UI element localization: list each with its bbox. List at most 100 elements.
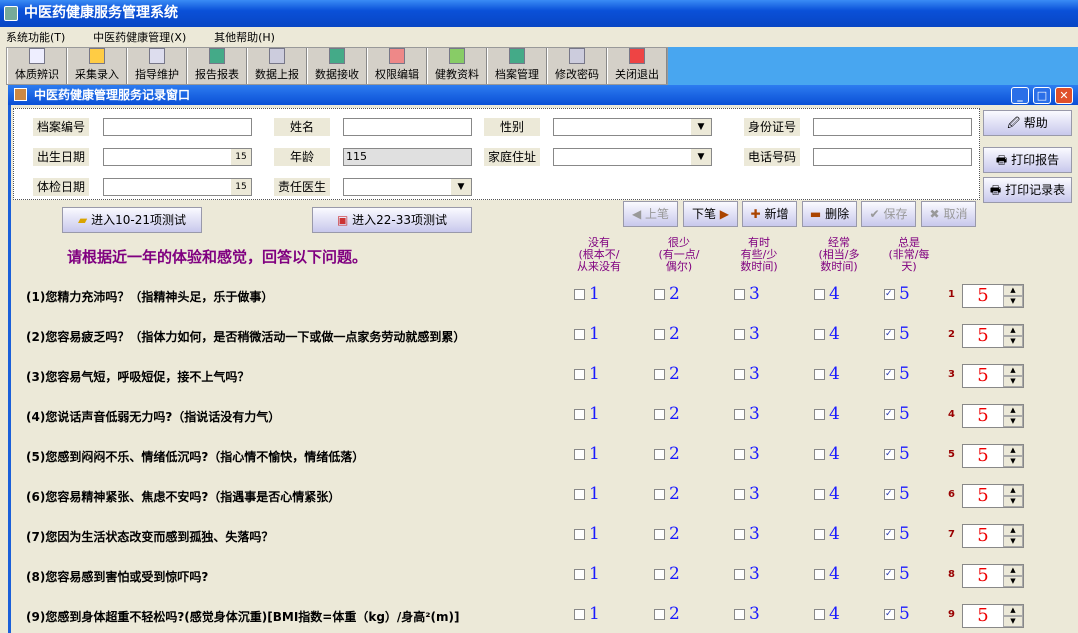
- answer-option[interactable]: 2: [654, 444, 680, 464]
- spin-up-icon[interactable]: ▲: [1003, 445, 1023, 456]
- answer-option[interactable]: 1: [574, 564, 600, 584]
- score-spinner[interactable]: 5 ▲ ▼: [962, 564, 1024, 588]
- phone-input[interactable]: [813, 148, 972, 166]
- score-spinner[interactable]: 5 ▲ ▼: [962, 484, 1024, 508]
- answer-option[interactable]: 3: [734, 324, 760, 344]
- name-input[interactable]: [343, 118, 472, 136]
- checkbox[interactable]: [814, 368, 825, 380]
- checkbox[interactable]: [814, 488, 825, 500]
- answer-option[interactable]: 4: [814, 284, 840, 304]
- spin-down-icon[interactable]: ▼: [1003, 376, 1023, 387]
- menu-tcm-health[interactable]: 中医药健康管理(X): [93, 31, 186, 44]
- checkbox[interactable]: [814, 568, 825, 580]
- print-report-button[interactable]: 🖶 打印报告: [983, 147, 1072, 173]
- answer-option[interactable]: ✓ 5: [884, 364, 910, 384]
- checkbox[interactable]: [654, 288, 665, 300]
- checkbox[interactable]: [734, 488, 745, 500]
- checkbox[interactable]: [654, 528, 665, 540]
- answer-option[interactable]: 1: [574, 404, 600, 424]
- checkbox[interactable]: [734, 408, 745, 420]
- close-button[interactable]: ✕: [1055, 87, 1073, 104]
- toolbar-button-9[interactable]: 修改密码: [547, 48, 607, 84]
- answer-option[interactable]: 3: [734, 284, 760, 304]
- checkbox[interactable]: ✓: [884, 368, 895, 380]
- answer-option[interactable]: 4: [814, 524, 840, 544]
- answer-option[interactable]: ✓ 5: [884, 484, 910, 504]
- checkbox[interactable]: [574, 488, 585, 500]
- spin-down-icon[interactable]: ▼: [1003, 416, 1023, 427]
- answer-option[interactable]: 4: [814, 604, 840, 624]
- answer-option[interactable]: 2: [654, 324, 680, 344]
- checkbox[interactable]: [574, 568, 585, 580]
- toolbar-button-10[interactable]: 关闭退出: [607, 48, 667, 84]
- checkbox[interactable]: [574, 288, 585, 300]
- checkbox[interactable]: [734, 448, 745, 460]
- delete-button[interactable]: ▬ 删除: [802, 201, 857, 227]
- toolbar-button-2[interactable]: 指导维护: [127, 48, 187, 84]
- toolbar-button-3[interactable]: 报告报表: [187, 48, 247, 84]
- exam-date-input[interactable]: 15: [103, 178, 252, 196]
- score-spinner[interactable]: 5 ▲ ▼: [962, 364, 1024, 388]
- id-no-input[interactable]: [813, 118, 972, 136]
- checkbox[interactable]: [654, 408, 665, 420]
- spin-down-icon[interactable]: ▼: [1003, 616, 1023, 627]
- spin-down-icon[interactable]: ▼: [1003, 336, 1023, 347]
- checkbox[interactable]: [734, 528, 745, 540]
- calendar-icon[interactable]: 15: [231, 179, 251, 195]
- checkbox[interactable]: ✓: [884, 328, 895, 340]
- minimize-button[interactable]: _: [1011, 87, 1029, 104]
- checkbox[interactable]: [814, 608, 825, 620]
- toolbar-button-5[interactable]: 数据接收: [307, 48, 367, 84]
- answer-option[interactable]: 4: [814, 444, 840, 464]
- answer-option[interactable]: 2: [654, 484, 680, 504]
- answer-option[interactable]: ✓ 5: [884, 564, 910, 584]
- maximize-button[interactable]: □: [1033, 87, 1051, 104]
- answer-option[interactable]: 2: [654, 524, 680, 544]
- score-spinner[interactable]: 5 ▲ ▼: [962, 444, 1024, 468]
- checkbox[interactable]: [654, 608, 665, 620]
- checkbox[interactable]: ✓: [884, 608, 895, 620]
- prev-button[interactable]: ◀ 上笔: [623, 201, 678, 227]
- calendar-icon[interactable]: 15: [231, 149, 251, 165]
- toolbar-button-7[interactable]: 健教资料: [427, 48, 487, 84]
- checkbox[interactable]: ✓: [884, 528, 895, 540]
- score-spinner[interactable]: 5 ▲ ▼: [962, 404, 1024, 428]
- checkbox[interactable]: [574, 528, 585, 540]
- answer-option[interactable]: 4: [814, 564, 840, 584]
- checkbox[interactable]: [654, 488, 665, 500]
- answer-option[interactable]: 2: [654, 604, 680, 624]
- spin-down-icon[interactable]: ▼: [1003, 296, 1023, 307]
- chevron-down-icon[interactable]: ▼: [691, 149, 711, 165]
- answer-option[interactable]: 1: [574, 604, 600, 624]
- checkbox[interactable]: ✓: [884, 568, 895, 580]
- answer-option[interactable]: 3: [734, 564, 760, 584]
- spin-down-icon[interactable]: ▼: [1003, 456, 1023, 467]
- goto-10-21-button[interactable]: ▰ 进入10-21项测试: [62, 207, 202, 233]
- spin-down-icon[interactable]: ▼: [1003, 496, 1023, 507]
- answer-option[interactable]: 4: [814, 364, 840, 384]
- address-select[interactable]: ▼: [553, 148, 712, 166]
- score-spinner[interactable]: 5 ▲ ▼: [962, 284, 1024, 308]
- checkbox[interactable]: [654, 568, 665, 580]
- answer-option[interactable]: 3: [734, 524, 760, 544]
- score-spinner[interactable]: 5 ▲ ▼: [962, 604, 1024, 628]
- checkbox[interactable]: ✓: [884, 448, 895, 460]
- answer-option[interactable]: 1: [574, 444, 600, 464]
- toolbar-button-0[interactable]: 体质辨识: [7, 48, 67, 84]
- checkbox[interactable]: [814, 288, 825, 300]
- answer-option[interactable]: 2: [654, 564, 680, 584]
- checkbox[interactable]: [574, 608, 585, 620]
- checkbox[interactable]: [814, 328, 825, 340]
- answer-option[interactable]: 3: [734, 364, 760, 384]
- spin-up-icon[interactable]: ▲: [1003, 325, 1023, 336]
- answer-option[interactable]: 1: [574, 284, 600, 304]
- spin-up-icon[interactable]: ▲: [1003, 285, 1023, 296]
- spin-down-icon[interactable]: ▼: [1003, 536, 1023, 547]
- checkbox[interactable]: ✓: [884, 488, 895, 500]
- checkbox[interactable]: [734, 328, 745, 340]
- checkbox[interactable]: [654, 328, 665, 340]
- print-record-button[interactable]: 🖶 打印记录表: [983, 177, 1072, 203]
- answer-option[interactable]: ✓ 5: [884, 284, 910, 304]
- goto-22-33-button[interactable]: ▣ 进入22-33项测试: [312, 207, 472, 233]
- answer-option[interactable]: 3: [734, 484, 760, 504]
